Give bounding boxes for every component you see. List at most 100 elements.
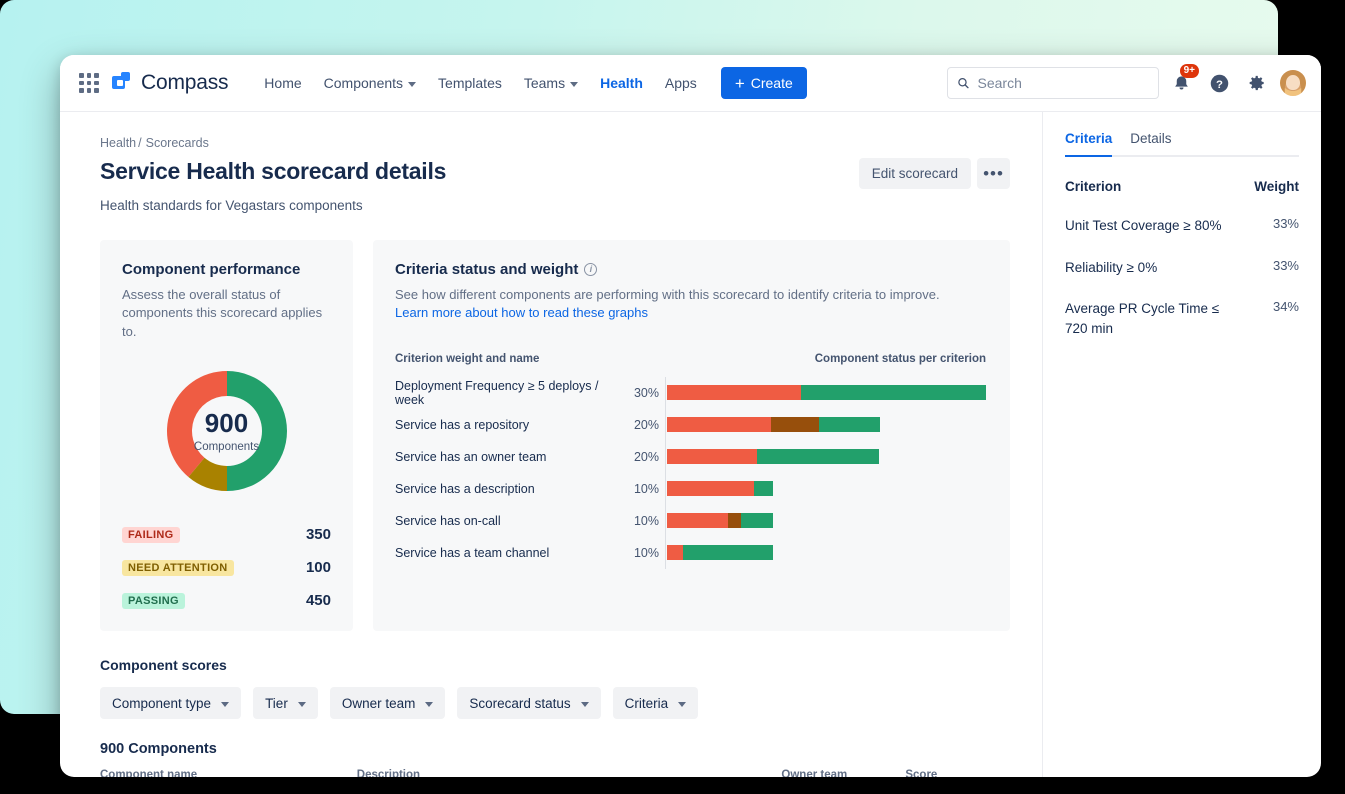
right-panel-tabs: Criteria Details [1065,129,1299,157]
chevron-down-icon [678,702,686,707]
chart-bar-track [667,513,986,528]
plus-icon: + [735,75,745,92]
donut-total-value: 900 [205,410,248,437]
top-navigation: Compass Home Components Templates Teams [60,55,1321,112]
chart-bar-track [667,385,986,400]
chart-bar-segment-failing [667,545,683,560]
nav-item-components[interactable]: Components [314,68,426,98]
nav-item-health[interactable]: Health [590,68,653,98]
chart-header-right: Component status per criterion [815,353,986,365]
breadcrumb-separator: / [138,136,141,150]
column-header-owner-team: Owner team [781,769,905,777]
nav-item-apps[interactable]: Apps [655,68,707,98]
weight-column-header: Weight [1254,179,1299,194]
criteria-status-card: Criteria status and weight i See how dif… [373,240,1010,631]
app-window: Compass Home Components Templates Teams [60,55,1321,777]
filter-tier[interactable]: Tier [253,687,318,719]
help-button[interactable]: ? [1203,67,1235,99]
filter-component-type-label: Component type [112,696,211,711]
chart-bar-segment-passing [801,385,986,400]
criteria-weight: 33% [1263,216,1299,231]
info-icon[interactable]: i [584,263,597,276]
product-name: Compass [141,71,228,95]
chart-bar-weight: 10% [627,482,665,496]
notifications-button[interactable]: 9+ [1165,67,1197,99]
chevron-down-icon [425,702,433,707]
chevron-down-icon [581,702,589,707]
product-logo[interactable]: Compass [112,71,228,95]
chart-bar-segment-passing [757,449,879,464]
chart-bar-label: Service has on-call [395,514,627,528]
create-button[interactable]: + Create [721,67,807,99]
column-header-description: Description [357,769,782,777]
status-badge-failing: FAILING [122,527,180,543]
app-switcher-icon[interactable] [76,70,102,96]
primary-nav: Home Components Templates Teams Health [254,68,707,98]
filter-criteria[interactable]: Criteria [613,687,699,719]
column-header-score: Score [905,769,1010,777]
breadcrumb-item-health[interactable]: Health [100,136,136,150]
settings-button[interactable] [1241,67,1273,99]
main-content: Health/ Scorecards Service Health scoreca… [60,112,1042,777]
chart-bar-row: Service has an owner team20% [395,441,986,473]
edit-scorecard-button[interactable]: Edit scorecard [859,158,971,189]
nav-item-templates-label: Templates [438,75,502,91]
chevron-down-icon [298,702,306,707]
chart-bar-segment-failing [667,417,771,432]
chart-axis-line [665,377,666,569]
chart-bar-row: Service has a description10% [395,473,986,505]
search-box[interactable] [947,67,1159,99]
criteria-bar-chart: Deployment Frequency ≥ 5 deploys / week3… [395,377,986,569]
create-button-label: Create [751,75,793,91]
component-scores-heading: Component scores [100,657,1042,673]
nav-item-teams-label: Teams [524,75,565,91]
chart-bar-weight: 10% [627,546,665,560]
criteria-status-description-text: See how different components are perform… [395,287,940,302]
column-header-component-name: Component name [100,769,357,777]
title-row: Service Health scorecard details Edit sc… [100,158,1042,189]
chart-bar-segment-passing [741,513,773,528]
nav-item-home-label: Home [264,75,301,91]
nav-item-teams[interactable]: Teams [514,68,588,98]
chart-bar-label: Deployment Frequency ≥ 5 deploys / week [395,379,627,407]
criteria-weight: 34% [1263,299,1299,314]
criteria-table-header: Criterion Weight [1065,179,1299,194]
criteria-status-title-text: Criteria status and weight [395,261,578,278]
title-actions: Edit scorecard ••• [859,158,1042,189]
tab-criteria[interactable]: Criteria [1065,131,1112,157]
filter-owner-team[interactable]: Owner team [330,687,446,719]
breadcrumb: Health/ Scorecards [100,136,1042,150]
screenshot-stage: Compass Home Components Templates Teams [0,0,1345,794]
criteria-name: Unit Test Coverage ≥ 80% [1065,216,1222,236]
nav-item-home[interactable]: Home [254,68,311,98]
more-actions-button[interactable]: ••• [977,158,1010,189]
criteria-list-item: Reliability ≥ 0%33% [1065,258,1299,278]
criteria-column-header: Criterion [1065,179,1121,194]
chart-bar-row: Deployment Frequency ≥ 5 deploys / week3… [395,377,986,409]
search-input[interactable] [978,75,1150,91]
chart-bar-segment-passing [819,417,880,432]
chart-bar-track [667,481,986,496]
chart-bar-label: Service has an owner team [395,450,627,464]
nav-item-templates[interactable]: Templates [428,68,512,98]
chart-bar-row: Service has a repository20% [395,409,986,441]
chart-bar-track [667,449,986,464]
page-title: Service Health scorecard details [100,158,446,185]
tab-details[interactable]: Details [1130,131,1171,157]
legend-row-passing: PASSING 450 [122,592,331,609]
legend-row-failing: FAILING 350 [122,526,331,543]
search-icon [957,76,970,90]
gear-icon [1247,73,1267,93]
filter-component-type[interactable]: Component type [100,687,241,719]
chevron-down-icon [570,82,578,87]
status-badge-passing: PASSING [122,593,185,609]
filter-scorecard-status[interactable]: Scorecard status [457,687,600,719]
breadcrumb-item-scorecards[interactable]: Scorecards [146,136,209,150]
chart-bar-label: Service has a repository [395,418,627,432]
components-table: Component name Description Owner team Sc… [100,769,1010,777]
learn-more-link[interactable]: Learn more about how to read these graph… [395,305,648,320]
table-header-row: Component name Description Owner team Sc… [100,769,1010,777]
chart-header-left: Criterion weight and name [395,353,539,365]
avatar[interactable] [1279,69,1307,97]
right-panel: Criteria Details Criterion Weight Unit T… [1042,112,1321,777]
